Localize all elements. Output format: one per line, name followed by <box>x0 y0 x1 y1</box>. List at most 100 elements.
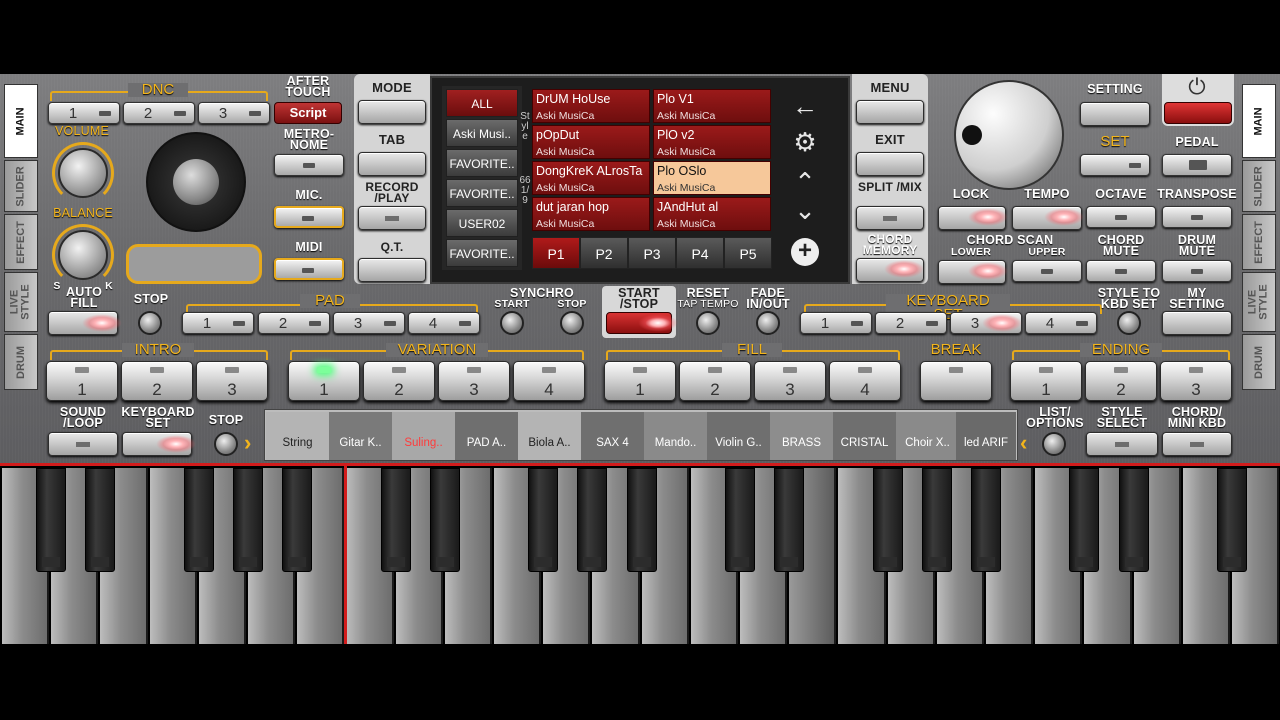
fade-knob[interactable] <box>756 311 780 335</box>
metronome-button[interactable] <box>274 154 344 176</box>
black-key[interactable] <box>626 468 657 572</box>
set-button[interactable] <box>1080 154 1150 176</box>
black-key[interactable] <box>183 468 214 572</box>
mode-button[interactable] <box>358 100 426 124</box>
reset-knob[interactable] <box>696 311 720 335</box>
style-cell[interactable]: Plo V1 Aski MusiCa <box>653 89 771 123</box>
setting-button[interactable] <box>1080 102 1150 126</box>
sound-item[interactable]: led ARIF <box>956 412 1016 460</box>
power-button[interactable] <box>1164 102 1232 124</box>
gear-icon[interactable]: ⚙ <box>780 126 830 158</box>
pad-button-2[interactable]: 2 <box>258 312 330 334</box>
synchro-stop-knob[interactable] <box>560 311 584 335</box>
black-key[interactable] <box>1118 468 1149 572</box>
kbd-set-button-1[interactable]: 1 <box>800 312 872 334</box>
black-key[interactable] <box>282 468 313 572</box>
chevron-left-icon[interactable]: ‹ <box>1020 432 1038 456</box>
variation-button-3[interactable]: 3 <box>438 361 510 401</box>
touch-pad[interactable] <box>126 244 262 284</box>
variation-button-2[interactable]: 2 <box>363 361 435 401</box>
side-tab-drum-left[interactable]: DRUM <box>4 334 38 390</box>
style-cell[interactable]: pOpDut Aski MusiCa <box>532 125 650 159</box>
my-setting-button[interactable] <box>1162 311 1232 335</box>
octave-button[interactable] <box>1086 206 1156 228</box>
sound-item[interactable]: BRASS <box>770 412 833 460</box>
pad-stop-knob[interactable] <box>138 311 162 335</box>
ending-button-1[interactable]: 1 <box>1010 361 1082 401</box>
script-button[interactable]: Script <box>274 102 342 124</box>
side-tab-main-left[interactable]: MAIN <box>4 84 38 158</box>
tab-button[interactable] <box>358 152 426 176</box>
sound-item[interactable]: Choir X.. <box>896 412 959 460</box>
black-key[interactable] <box>774 468 805 572</box>
black-key[interactable] <box>380 468 411 572</box>
side-tab-main-right[interactable]: MAIN <box>1242 84 1276 158</box>
split-mix-button[interactable] <box>856 206 924 230</box>
fill-button-2[interactable]: 2 <box>679 361 751 401</box>
transpose-button[interactable] <box>1162 206 1232 228</box>
ending-button-2[interactable]: 2 <box>1085 361 1157 401</box>
black-key[interactable] <box>921 468 952 572</box>
category-item[interactable]: FAVORITE.. <box>446 179 518 207</box>
midi-button[interactable] <box>274 258 344 280</box>
ending-button-3[interactable]: 3 <box>1160 361 1232 401</box>
mic-button[interactable] <box>274 206 344 228</box>
fill-button-4[interactable]: 4 <box>829 361 901 401</box>
chevron-down-icon[interactable]: ⌄ <box>780 194 830 226</box>
kbd-set-button-2[interactable]: 2 <box>875 312 947 334</box>
category-item[interactable]: Aski Musi.. <box>446 119 518 147</box>
dnc-button-1[interactable]: 1 <box>48 102 120 124</box>
intro-button-2[interactable]: 2 <box>121 361 193 401</box>
black-key[interactable] <box>528 468 559 572</box>
black-key[interactable] <box>1069 468 1100 572</box>
category-item[interactable]: FAVORITE.. <box>446 239 518 267</box>
back-arrow-icon[interactable]: ← <box>780 90 830 122</box>
sound-loop-button[interactable] <box>48 432 118 456</box>
chord-mute-button[interactable] <box>1086 260 1156 282</box>
joystick-handle[interactable] <box>173 159 219 205</box>
sound-stop-knob[interactable] <box>214 432 238 456</box>
drum-mute-button[interactable] <box>1162 260 1232 282</box>
sound-item[interactable]: PAD A.. <box>455 412 518 460</box>
fill-button-1[interactable]: 1 <box>604 361 676 401</box>
synchro-start-knob[interactable] <box>500 311 524 335</box>
list-options-knob[interactable] <box>1042 432 1066 456</box>
chord-mini-kbd-button[interactable] <box>1162 432 1232 456</box>
black-key[interactable] <box>429 468 460 572</box>
pad-button-1[interactable]: 1 <box>182 312 254 334</box>
black-key[interactable] <box>36 468 67 572</box>
side-tab-drum-right[interactable]: DRUM <box>1242 334 1276 390</box>
page-tab-p2[interactable]: P2 <box>580 237 628 269</box>
sound-item[interactable]: Gitar K.. <box>329 412 392 460</box>
black-key[interactable] <box>725 468 755 572</box>
style-to-kbd-set-knob[interactable] <box>1117 311 1141 335</box>
style-cell-selected[interactable]: Plo OSlo Aski MusiCa <box>653 161 771 195</box>
style-cell[interactable]: JAndHut al Aski MusiCa <box>653 197 771 231</box>
dnc-button-3[interactable]: 3 <box>198 102 270 124</box>
fill-button-3[interactable]: 3 <box>754 361 826 401</box>
style-cell[interactable]: dut jaran hop Aski MusiCa <box>532 197 650 231</box>
pad-button-4[interactable]: 4 <box>408 312 480 334</box>
record-play-button[interactable] <box>358 206 426 230</box>
sound-item[interactable]: Violin G.. <box>707 412 770 460</box>
style-cell[interactable]: DrUM HoUse Aski MusiCa <box>532 89 650 123</box>
sound-item[interactable]: SAX 4 <box>581 412 644 460</box>
sound-item-selected[interactable]: Suling.. <box>392 412 455 460</box>
exit-button[interactable] <box>856 152 924 176</box>
power-icon[interactable]: ⏻ <box>1184 76 1210 98</box>
intro-button-1[interactable]: 1 <box>46 361 118 401</box>
side-tab-live-style-left[interactable]: LIVE STYLE <box>4 272 38 332</box>
variation-button-1[interactable]: 1 <box>288 361 360 401</box>
kbd-set-button-4[interactable]: 4 <box>1025 312 1097 334</box>
side-tab-slider-left[interactable]: SLIDER <box>4 160 38 212</box>
page-tab-p3[interactable]: P3 <box>628 237 676 269</box>
side-tab-effect-left[interactable]: EFFECT <box>4 214 38 270</box>
black-key[interactable] <box>971 468 1001 572</box>
balance-knob[interactable] <box>58 230 108 280</box>
black-key[interactable] <box>233 468 263 572</box>
qt-button[interactable] <box>358 258 426 282</box>
side-tab-effect-right[interactable]: EFFECT <box>1242 214 1276 270</box>
add-icon[interactable]: + <box>791 238 819 266</box>
side-tab-live-style-right[interactable]: LIVE STYLE <box>1242 272 1276 332</box>
chevron-right-icon[interactable]: › <box>244 432 262 456</box>
